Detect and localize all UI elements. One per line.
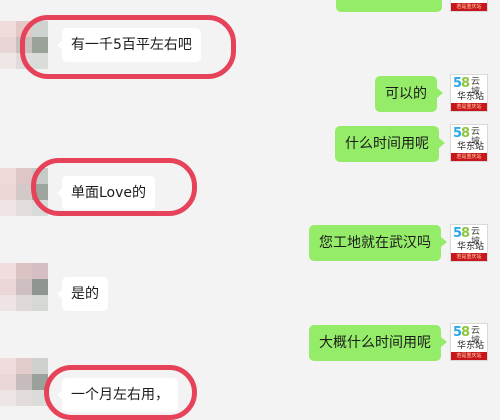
message-bubble-sent[interactable]: 大概什么时间用呢 xyxy=(309,325,447,361)
self-avatar[interactable]: 58 云坡 华东站 若是重庆站 xyxy=(450,323,488,361)
self-avatar[interactable]: 58 云坡 华东站 若是重庆站 xyxy=(450,124,488,162)
self-avatar[interactable]: 58 云坡 华东站 若是重庆站 xyxy=(450,0,488,12)
message-bubble-sent[interactable] xyxy=(336,0,442,12)
brand-logo-icon: 58 xyxy=(453,126,470,141)
brand-logo-icon: 58 xyxy=(453,226,470,241)
highlight-ring xyxy=(20,15,236,79)
brand-logo-icon: 58 xyxy=(453,76,470,91)
brand-logo-icon: 58 xyxy=(453,325,470,340)
message-bubble-received[interactable]: 是的 xyxy=(57,277,108,311)
message-bubble-sent[interactable]: 什么时间用呢 xyxy=(335,126,445,162)
message-bubble-sent[interactable]: 可以的 xyxy=(375,76,443,112)
self-avatar[interactable]: 58 云坡 华东站 若是重庆站 xyxy=(450,74,488,112)
contact-avatar[interactable] xyxy=(0,358,48,406)
message-bubble-sent[interactable]: 您工地就在武汉吗 xyxy=(309,225,447,261)
contact-avatar[interactable] xyxy=(0,263,48,311)
self-avatar[interactable]: 58 云坡 华东站 若是重庆站 xyxy=(450,224,488,262)
highlight-ring xyxy=(44,365,197,420)
highlight-ring xyxy=(31,158,197,216)
